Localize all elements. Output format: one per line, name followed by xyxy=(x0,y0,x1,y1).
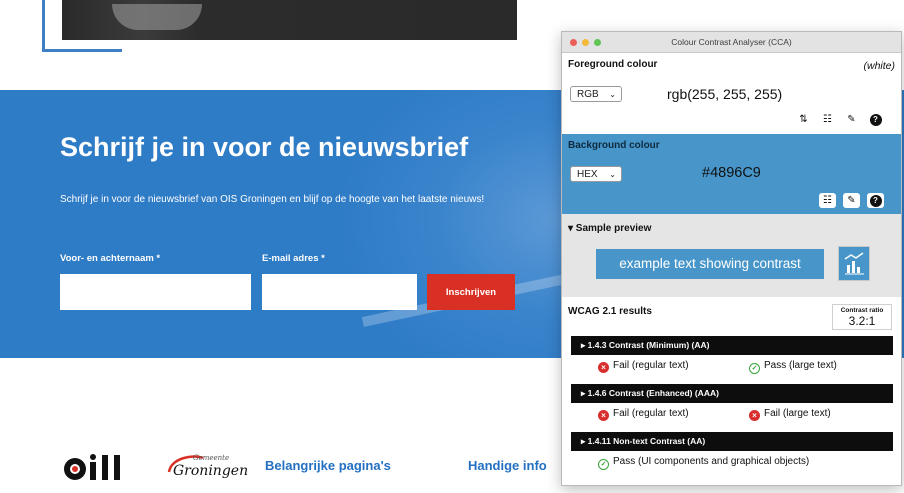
chevron-down-icon: ⌄ xyxy=(609,170,616,179)
background-format-select[interactable]: HEX ⌄ xyxy=(570,166,622,182)
fail-icon: × xyxy=(749,410,760,421)
wcag-results-section: WCAG 2.1 results Contrast ratio 3.2:1 ▸ … xyxy=(562,297,901,485)
sample-preview-toggle[interactable]: ▾ Sample preview xyxy=(568,223,651,234)
sample-preview-section: ▾ Sample preview example text showing co… xyxy=(562,214,901,304)
swap-colours-icon[interactable]: ⇅ xyxy=(795,112,812,127)
criterion-1-4-11-header[interactable]: ▸ 1.4.11 Non-text Contrast (AA) xyxy=(571,432,893,451)
window-title: Colour Contrast Analyser (CCA) xyxy=(671,37,792,47)
chevron-down-icon: ⌄ xyxy=(609,90,616,99)
fail-icon: × xyxy=(598,410,609,421)
name-input[interactable] xyxy=(60,274,251,310)
logo-gemeente-text: Gemeente xyxy=(193,454,230,462)
name-field-label: Voor- en achternaam * xyxy=(60,253,161,264)
contrast-ratio-box: Contrast ratio 3.2:1 xyxy=(832,304,892,330)
sliders-icon[interactable]: ☷ xyxy=(819,193,836,208)
fail-icon: × xyxy=(598,362,609,373)
footer-heading-important-pages: Belangrijke pagina's xyxy=(265,458,391,473)
foreground-label: Foreground colour xyxy=(568,59,658,70)
contrast-ratio-value: 3.2:1 xyxy=(848,314,876,328)
help-icon[interactable]: ? xyxy=(867,193,884,208)
email-field-label: E-mail adres * xyxy=(262,253,325,264)
foreground-section: Foreground colour (white) RGB ⌄ rgb(255,… xyxy=(562,53,901,134)
pass-icon: ✓ xyxy=(749,363,760,374)
background-label: Background colour xyxy=(568,140,660,151)
window-titlebar[interactable]: Colour Contrast Analyser (CCA) xyxy=(562,32,901,53)
result-1-4-11-nontext: ✓ Pass (UI components and graphical objec… xyxy=(598,456,809,470)
email-input[interactable] xyxy=(262,274,417,310)
eyedropper-icon[interactable]: ✎ xyxy=(843,112,860,127)
sample-text-preview: example text showing contrast xyxy=(596,249,824,279)
foreground-colour-name: (white) xyxy=(863,60,895,72)
result-1-4-6-regular: × Fail (regular text) xyxy=(598,408,689,421)
help-icon[interactable]: ? xyxy=(867,112,884,127)
background-format-value: HEX xyxy=(577,169,598,180)
background-colour-value[interactable]: #4896C9 xyxy=(702,165,761,181)
hero-image xyxy=(62,0,517,40)
subscribe-button[interactable]: Inschrijven xyxy=(427,274,515,310)
footer-heading-useful-info: Handige info xyxy=(468,458,547,473)
result-1-4-6-large: × Fail (large text) xyxy=(749,408,831,421)
newsletter-title: Schrijf je in voor de nieuwsbrief xyxy=(60,132,469,162)
background-section: Background colour HEX ⌄ #4896C9 ☷ ✎ ? xyxy=(562,134,901,214)
sliders-icon[interactable]: ☷ xyxy=(819,112,836,127)
criterion-1-4-6-header[interactable]: ▸ 1.4.6 Contrast (Enhanced) (AAA) xyxy=(571,384,893,403)
ois-logo[interactable] xyxy=(62,452,132,482)
cca-window: Colour Contrast Analyser (CCA) Foregroun… xyxy=(561,31,902,486)
chart-icon xyxy=(844,252,864,275)
chart-view-button[interactable] xyxy=(838,246,870,281)
result-1-4-3-large: ✓ Pass (large text) xyxy=(749,360,837,374)
result-1-4-3-regular: × Fail (regular text) xyxy=(598,360,689,373)
foreground-colour-value[interactable]: rgb(255, 255, 255) xyxy=(667,86,782,102)
logo-groningen-text: Groningen xyxy=(173,463,249,479)
criterion-1-4-3-header[interactable]: ▸ 1.4.3 Contrast (Minimum) (AA) xyxy=(571,336,893,355)
contrast-ratio-caption: Contrast ratio xyxy=(840,307,884,314)
wcag-results-title: WCAG 2.1 results xyxy=(568,306,652,317)
foreground-format-select[interactable]: RGB ⌄ xyxy=(570,86,622,102)
eyedropper-icon[interactable]: ✎ xyxy=(843,193,860,208)
newsletter-description: Schrijf je in voor de nieuwsbrief van OI… xyxy=(60,194,485,205)
foreground-format-value: RGB xyxy=(577,89,599,100)
pass-icon: ✓ xyxy=(598,459,609,470)
decorative-frame xyxy=(42,0,122,52)
gemeente-groningen-logo[interactable]: Gemeente Groningen xyxy=(163,450,253,484)
